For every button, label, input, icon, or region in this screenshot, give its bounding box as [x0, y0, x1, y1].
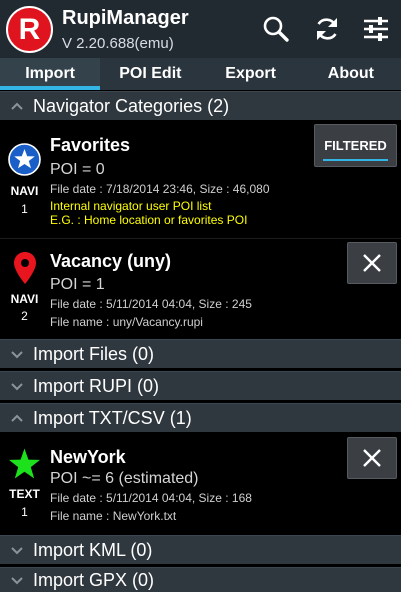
card-description: Internal navigator user POI list — [50, 199, 212, 213]
chevron-down-icon — [0, 566, 33, 592]
chevron-down-icon — [0, 372, 33, 401]
newyork-card[interactable]: TEXT 1 NewYork POI ~= 6 (estimated) File… — [0, 433, 401, 534]
card-poi-count: POI = 0 — [50, 161, 105, 178]
filtered-button[interactable]: FILTERED — [314, 124, 397, 167]
card-title: Favorites — [50, 135, 131, 155]
remove-button[interactable] — [347, 242, 397, 284]
search-button[interactable] — [259, 12, 293, 46]
favorites-star-icon — [8, 143, 41, 176]
card-poi-count: POI ~= 6 (estimated) — [50, 470, 199, 487]
section-import-files[interactable]: Import Files (0) — [0, 339, 401, 368]
card-file-name: File name : uny/Vacancy.rupi — [50, 315, 203, 329]
section-import-gpx[interactable]: Import GPX (0) — [0, 567, 401, 592]
card-file-name: File name : NewYork.txt — [50, 509, 177, 523]
card-type: NAVI — [10, 184, 39, 198]
app-title: RupiManager — [62, 7, 189, 29]
tab-poi-edit[interactable]: POI Edit — [100, 58, 200, 90]
app-logo-icon: R — [6, 6, 53, 53]
settings-button[interactable] — [359, 12, 393, 46]
chevron-up-icon — [0, 92, 33, 121]
card-type: TEXT — [9, 487, 40, 501]
section-label: Import RUPI (0) — [33, 375, 160, 396]
vacancy-card[interactable]: NAVI 2 Vacancy (uny) POI = 1 File date :… — [0, 238, 401, 337]
section-label: Import KML (0) — [33, 539, 153, 560]
tab-import[interactable]: Import — [0, 58, 101, 90]
card-description-example: E.G. : Home location or favorites POI — [50, 213, 248, 227]
svg-text:R: R — [19, 13, 41, 46]
card-type: NAVI — [10, 292, 39, 306]
card-index: 1 — [21, 505, 28, 519]
tab-bar: Import POI Edit Export About — [0, 58, 401, 90]
chevron-down-icon — [0, 340, 33, 369]
favorites-card[interactable]: NAVI 1 Favorites POI = 0 File date : 7/1… — [0, 121, 401, 237]
card-title: NewYork — [50, 447, 126, 467]
card-index: 2 — [21, 309, 28, 323]
tab-export[interactable]: Export — [201, 58, 301, 90]
chevron-up-icon — [0, 404, 33, 433]
refresh-icon — [317, 18, 337, 40]
map-pin-icon — [8, 251, 41, 284]
remove-button[interactable] — [347, 437, 397, 479]
card-file-date: File date : 5/11/2014 04:04, Size : 245 — [50, 297, 252, 311]
section-label: Navigator Categories (2) — [33, 95, 230, 116]
close-icon — [363, 449, 381, 467]
section-import-txt-csv[interactable]: Import TXT/CSV (1) — [0, 403, 401, 432]
card-file-date: File date : 5/11/2014 04:04, Size : 168 — [50, 491, 252, 505]
app-version: V 2.20.688(emu) — [62, 35, 174, 52]
section-label: Import TXT/CSV (1) — [33, 407, 192, 428]
card-title: Vacancy (uny) — [50, 251, 172, 271]
app-bar: R RupiManager V 2.20.688(emu) — [0, 0, 401, 58]
sliders-icon — [364, 17, 388, 41]
card-index: 1 — [21, 202, 28, 216]
section-label: Import Files (0) — [33, 343, 155, 364]
chevron-down-icon — [0, 536, 33, 565]
tab-about[interactable]: About — [301, 58, 401, 90]
section-import-kml[interactable]: Import KML (0) — [0, 535, 401, 564]
section-label: Import GPX (0) — [33, 569, 155, 590]
green-star-icon — [8, 447, 41, 480]
section-navigator-categories[interactable]: Navigator Categories (2) — [0, 91, 401, 120]
refresh-button[interactable] — [310, 12, 344, 46]
card-poi-count: POI = 1 — [50, 276, 105, 293]
search-icon — [263, 16, 289, 42]
card-file-date: File date : 7/18/2014 23:46, Size : 46,0… — [50, 182, 270, 196]
section-import-rupi[interactable]: Import RUPI (0) — [0, 371, 401, 400]
close-icon — [363, 254, 381, 272]
